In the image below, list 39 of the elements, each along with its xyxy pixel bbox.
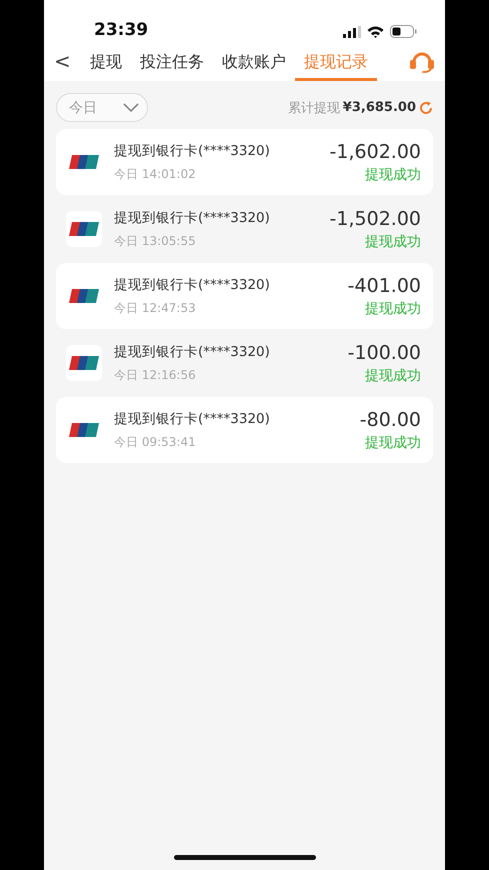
record-time: 今日 09:53:41	[114, 434, 197, 450]
record-time: 今日 14:01:02	[114, 166, 197, 182]
nav-tab[interactable]: 收款账户	[212, 44, 295, 81]
record-status: 提现成功	[365, 166, 421, 184]
bank-card-logo-icon	[66, 345, 102, 381]
withdrawal-record[interactable]: 提现到银行卡(****3320) 今日 12:16:56 -100.00 提现成功	[56, 330, 433, 396]
refresh-icon[interactable]	[419, 100, 433, 114]
record-status: 提现成功	[365, 232, 421, 250]
record-title: 提现到银行卡(****3320)	[114, 208, 271, 226]
nav-tab[interactable]: 投注任务	[130, 44, 213, 81]
withdrawal-record[interactable]: 提现到银行卡(****3320) 今日 13:05:55 -1,502.00 提现成功	[56, 196, 433, 262]
battery-icon	[390, 25, 417, 38]
record-amount: -1,502.00	[330, 208, 421, 230]
back-button[interactable]: <	[52, 44, 81, 81]
bank-card-logo-icon	[66, 211, 102, 247]
total-amount: ¥3,685.00	[342, 100, 416, 115]
record-status: 提现成功	[365, 434, 421, 452]
record-time: 今日 12:47:53	[114, 300, 197, 316]
record-amount: -80.00	[360, 408, 421, 430]
record-time: 今日 13:05:55	[114, 232, 197, 250]
status-time: 23:39	[94, 20, 148, 42]
record-amount: -100.00	[348, 342, 421, 364]
withdrawal-record[interactable]: 提现到银行卡(****3320) 今日 14:01:02 -1,602.00 提现成功	[56, 129, 433, 195]
withdrawal-record[interactable]: 提现到银行卡(****3320) 今日 09:53:41 -80.00 提现成功	[56, 397, 433, 463]
record-title: 提现到银行卡(****3320)	[114, 142, 271, 160]
signal-icon	[343, 26, 361, 38]
record-status: 提现成功	[365, 366, 421, 384]
record-title: 提现到银行卡(****3320)	[114, 342, 271, 360]
wifi-icon	[367, 26, 384, 38]
record-time: 今日 12:16:56	[114, 366, 197, 384]
record-amount: -401.00	[348, 274, 421, 296]
record-title: 提现到银行卡(****3320)	[114, 276, 271, 294]
nav-tab[interactable]: 提现	[80, 44, 131, 81]
total-label: 累计提现	[288, 100, 340, 116]
chevron-down-icon	[123, 102, 139, 112]
withdrawal-record[interactable]: 提现到银行卡(****3320) 今日 12:47:53 -401.00 提现成功	[56, 263, 433, 329]
record-title: 提现到银行卡(****3320)	[114, 410, 271, 428]
record-status: 提现成功	[365, 300, 421, 318]
record-amount: -1,602.00	[330, 140, 421, 162]
